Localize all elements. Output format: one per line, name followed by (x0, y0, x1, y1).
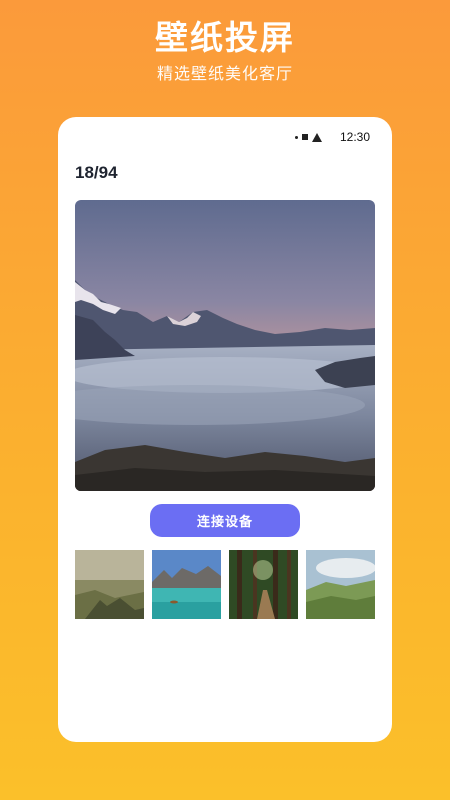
thumbnail-strip (75, 550, 375, 619)
signal-triangle-icon (311, 132, 322, 142)
dot-icon (294, 135, 298, 139)
phone-preview-card: 12:30 18/94 连接设备 (58, 117, 392, 742)
app-header: 壁纸投屏 精选壁纸美化客厅 (0, 18, 450, 84)
status-time: 12:30 (339, 130, 370, 144)
connect-device-button[interactable]: 连接设备 (150, 504, 300, 537)
main-wallpaper-image[interactable] (75, 200, 375, 491)
thumbnail-forest-path[interactable] (229, 550, 298, 619)
status-bar: 12:30 (294, 129, 370, 145)
square-icon (301, 134, 308, 140)
thumbnail-green-hills-clouds[interactable] (306, 550, 375, 619)
image-counter: 18/94 (75, 163, 118, 182)
page-subtitle: 精选壁纸美化客厅 (156, 64, 293, 83)
thumbnail-misty-forest-valley[interactable] (75, 550, 144, 619)
thumbnail-turquoise-mountain-lake[interactable] (152, 550, 221, 619)
page-title: 壁纸投屏 (155, 18, 295, 57)
